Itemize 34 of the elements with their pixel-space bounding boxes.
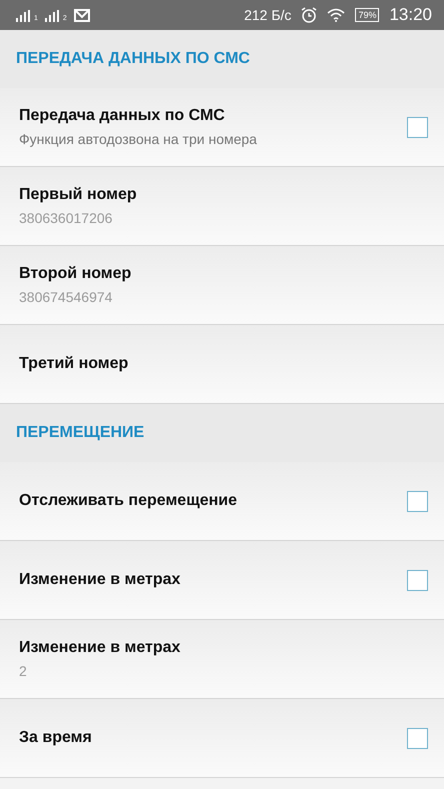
wifi-icon — [327, 8, 346, 22]
settings-row[interactable]: Передача данных по СМС Функция автодозвона на три номера — [0, 88, 444, 167]
checkbox[interactable] — [407, 490, 428, 512]
setting-title: Передача данных по СМС — [19, 107, 226, 125]
network-speed: 212 Б/с — [244, 7, 292, 23]
setting-title: Изменение в метрах — [19, 639, 180, 657]
setting-title: Второй номер — [19, 265, 132, 283]
setting-title: За время — [19, 729, 92, 747]
setting-summary: Функция автодозвона на три номера — [19, 131, 257, 147]
settings-row[interactable]: Второй номер 380674546974 — [0, 246, 444, 325]
checkbox[interactable] — [407, 570, 428, 590]
settings-row[interactable]: Изменение в метрах — [0, 541, 444, 620]
section-header: ПЕРЕДАЧА ДАННЫХ ПО СМС — [0, 30, 444, 88]
setting-title: Изменение в метрах — [19, 571, 180, 589]
mail-icon — [74, 8, 90, 22]
settings-row[interactable]: Изменение в метрах 2 — [0, 620, 444, 699]
setting-title: Отслеживать перемещение — [19, 492, 237, 510]
settings-row[interactable]: Третий номер — [0, 325, 444, 404]
setting-value: 2 — [19, 663, 28, 679]
signal-icon — [44, 10, 59, 22]
clock-time: 13:20 — [389, 5, 432, 25]
settings-row[interactable]: Отслеживать перемещение — [0, 462, 444, 541]
checkbox[interactable] — [407, 728, 428, 748]
signal-icon — [16, 10, 30, 22]
battery-level: 79% — [355, 8, 380, 22]
setting-title: Первый номер — [19, 186, 137, 204]
section-header: ПЕРЕМЕЩЕНИЕ — [0, 404, 444, 462]
checkbox[interactable] — [407, 116, 428, 138]
settings-row[interactable]: За время — [0, 699, 444, 778]
alarm-clock-icon — [301, 7, 318, 23]
settings-row[interactable]: Первый номер 380636017206 — [0, 167, 444, 246]
setting-title: Третий номер — [19, 355, 128, 373]
setting-value: 380636017206 — [19, 210, 114, 226]
setting-value: 380674546974 — [19, 289, 114, 305]
